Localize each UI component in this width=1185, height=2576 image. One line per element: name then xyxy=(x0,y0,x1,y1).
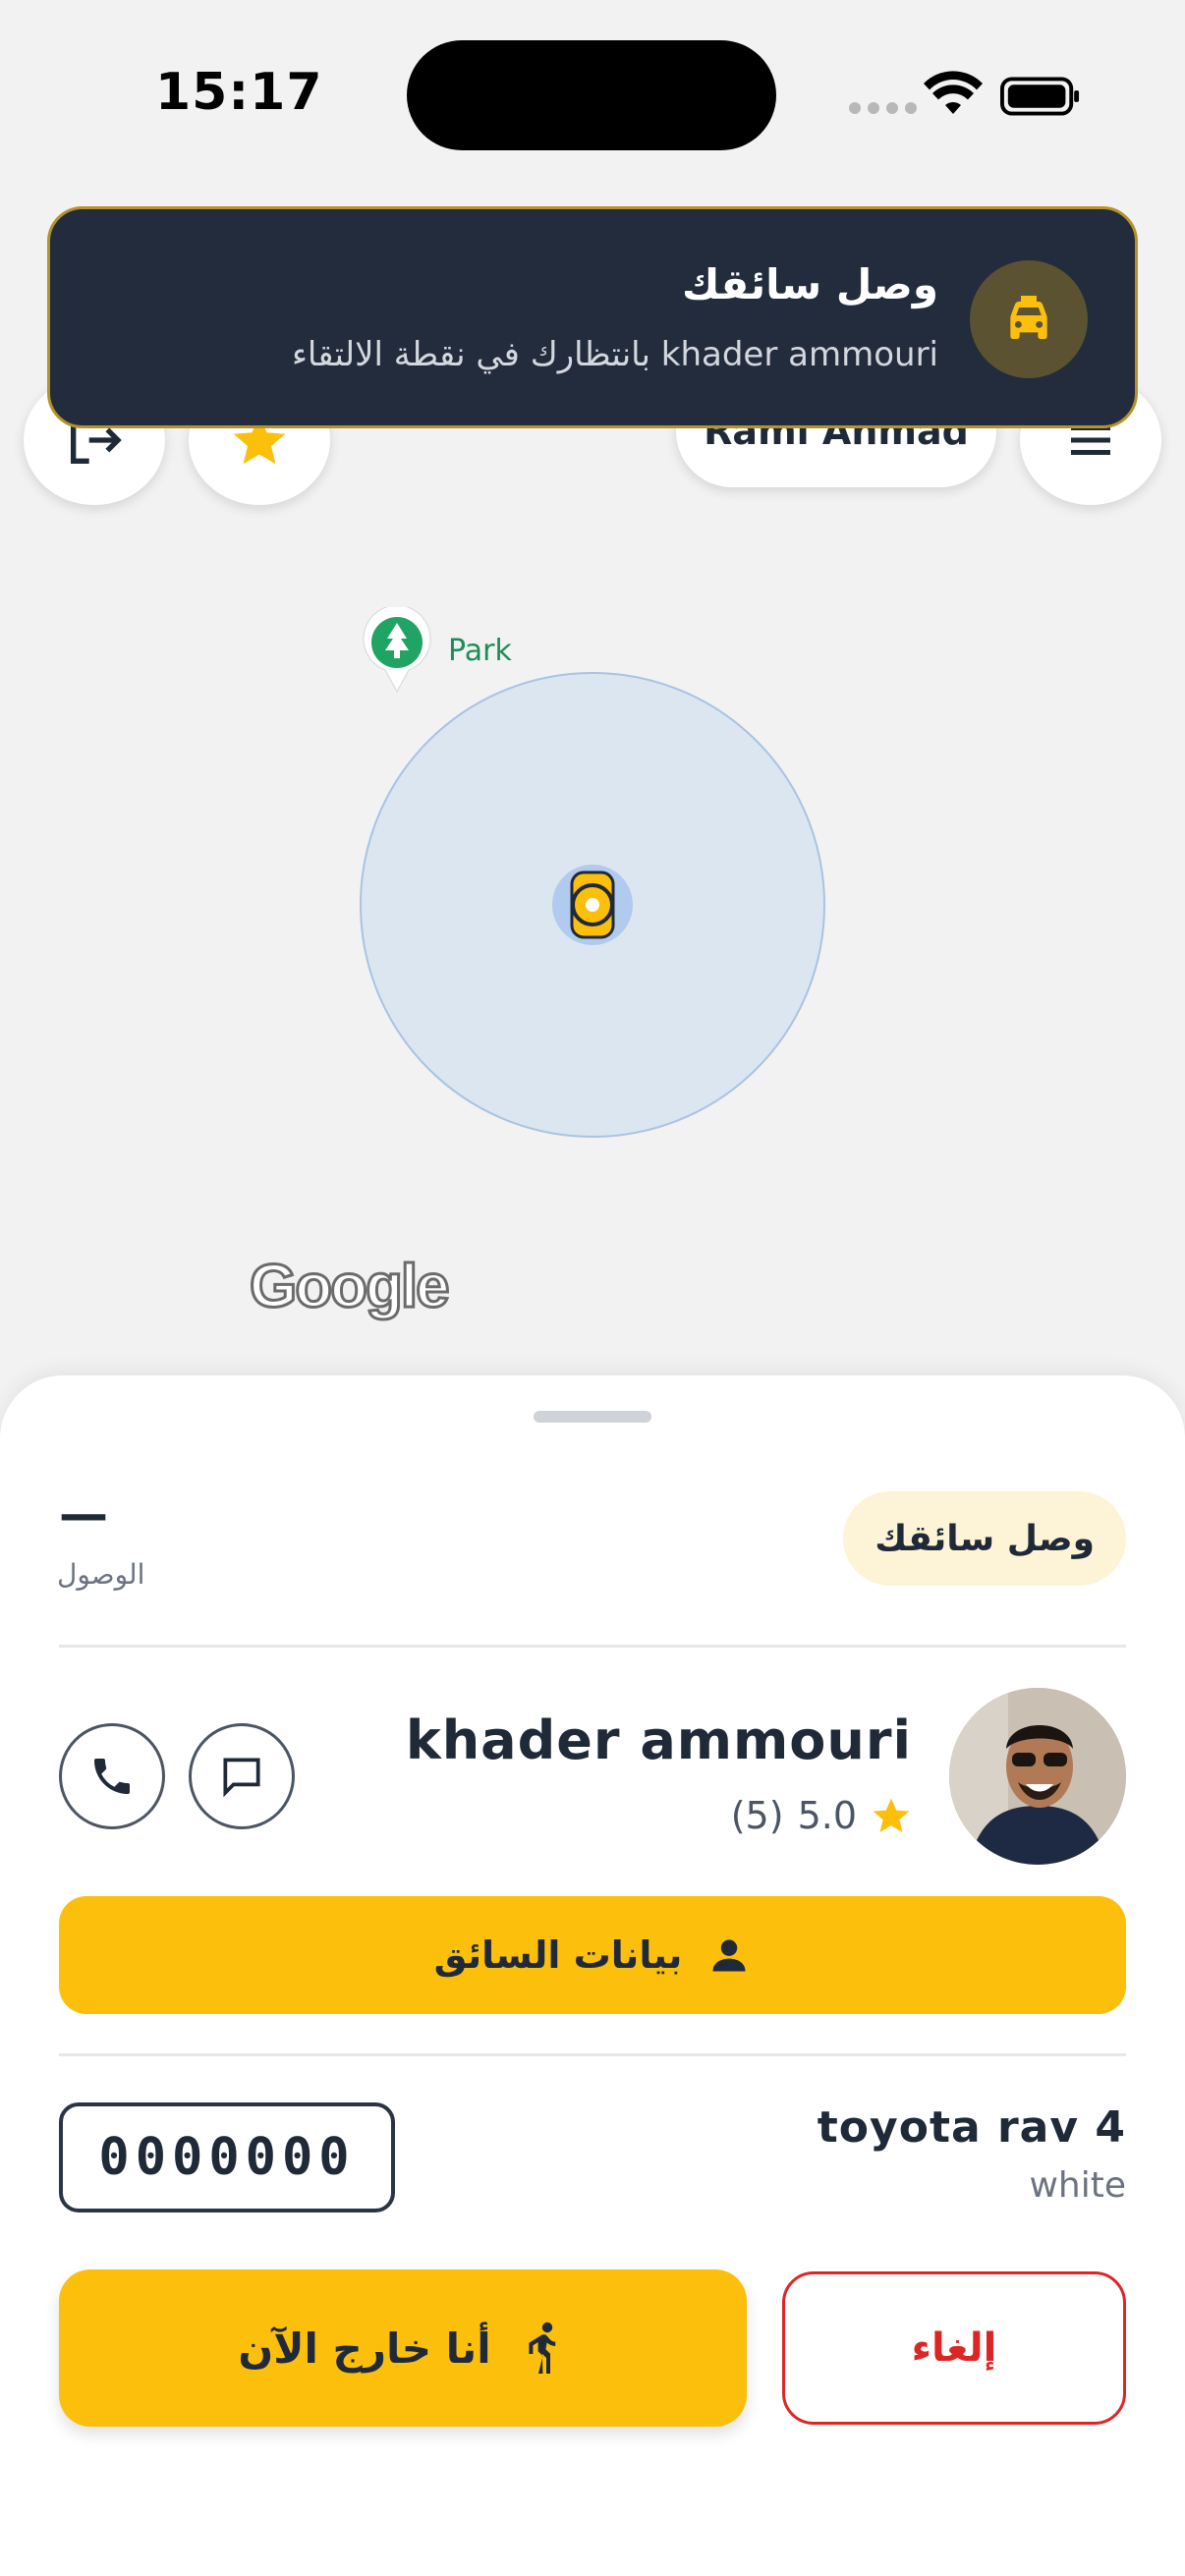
google-attribution: Google xyxy=(249,1252,452,1322)
status-time: 15:17 xyxy=(155,63,323,122)
person-icon xyxy=(712,1939,746,1972)
notification-icon xyxy=(970,260,1088,378)
cellular-signal-icon xyxy=(849,102,917,114)
driver-arrived-notification[interactable]: وصل سائقك khader ammouri بانتظارك في نقط… xyxy=(47,206,1138,428)
taxi-icon xyxy=(1010,296,1047,339)
wifi-icon xyxy=(924,71,983,114)
driver-info-button[interactable]: بيانات السائق xyxy=(59,1896,1126,2014)
car-location-icon[interactable] xyxy=(562,867,623,943)
battery-icon xyxy=(1000,77,1080,116)
driver-avatar[interactable] xyxy=(949,1688,1126,1865)
driver-info-label: بيانات السائق xyxy=(433,1933,683,1977)
phone-icon xyxy=(94,1759,130,1794)
notification-title: وصل سائقك xyxy=(682,260,938,308)
car-model: toyota rav 4 xyxy=(817,2102,1126,2153)
im-outside-button[interactable]: أنا خارج الآن xyxy=(59,2269,747,2427)
trip-status-badge: وصل سائقك xyxy=(843,1491,1126,1586)
eta-value: — xyxy=(59,1485,108,1542)
divider xyxy=(59,2053,1126,2056)
call-driver-button[interactable] xyxy=(59,1723,165,1829)
star-icon xyxy=(873,1798,910,1832)
rating-count: (5) xyxy=(730,1794,784,1837)
license-plate: 0000000 xyxy=(59,2102,395,2212)
park-marker-icon[interactable] xyxy=(360,607,434,696)
trip-bottom-sheet[interactable]: وصل سائقك — الوصول khader ammouri (5) 5.… xyxy=(0,1375,1185,2576)
car-color: white xyxy=(1029,2165,1126,2206)
chat-icon xyxy=(223,1758,260,1798)
message-driver-button[interactable] xyxy=(189,1723,295,1829)
cancel-label: إلغاء xyxy=(911,2325,997,2371)
park-label: Park xyxy=(448,634,512,668)
notification-body: khader ammouri بانتظارك في نقطة الالتقاء xyxy=(291,335,938,374)
eta-label: الوصول xyxy=(57,1558,145,1591)
sheet-drag-handle[interactable] xyxy=(534,1411,651,1423)
im-outside-label: أنا خارج الآن xyxy=(238,2324,491,2373)
driver-photo xyxy=(949,1688,1126,1865)
driver-rating: (5) 5.0 xyxy=(731,1794,912,1837)
dynamic-island xyxy=(407,40,776,150)
rating-value: 5.0 xyxy=(797,1794,857,1837)
walking-icon xyxy=(529,2322,555,2374)
cancel-trip-button[interactable]: إلغاء xyxy=(782,2271,1126,2425)
driver-name: khader ammouri xyxy=(405,1709,912,1771)
divider xyxy=(59,1645,1126,1648)
